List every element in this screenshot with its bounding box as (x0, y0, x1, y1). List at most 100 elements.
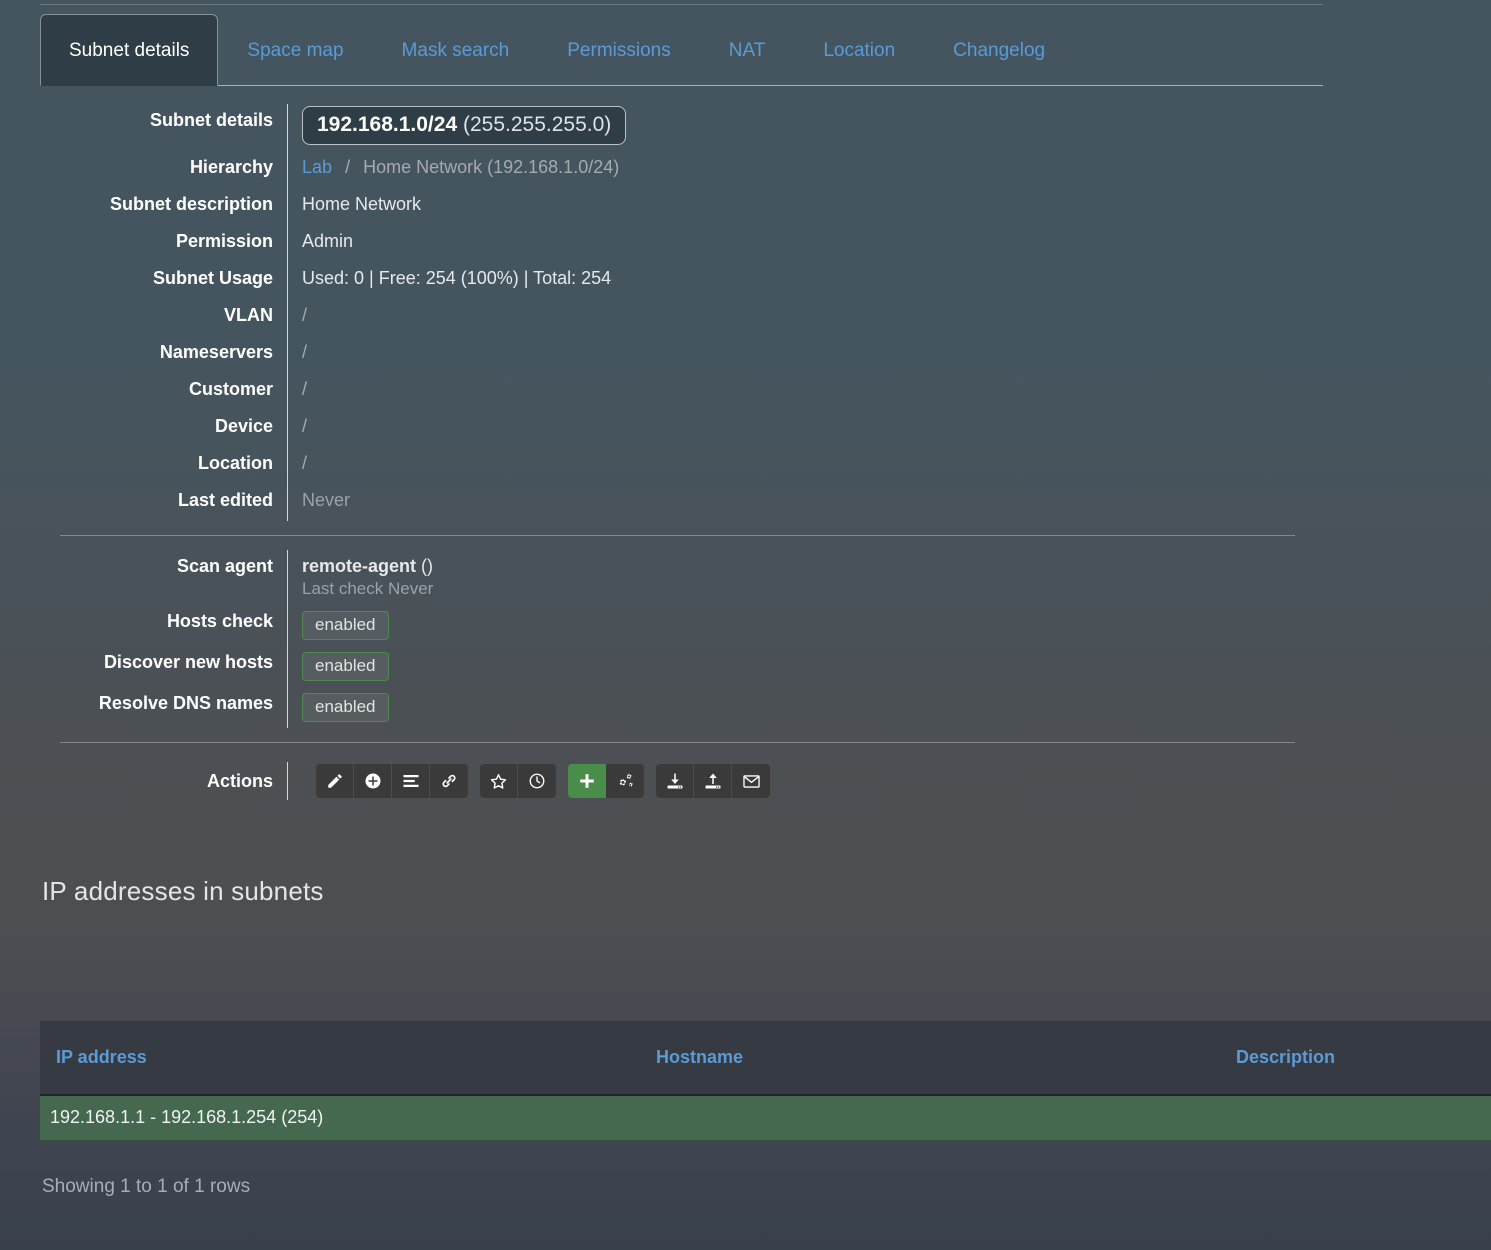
subnet-mask: (255.255.255.0) (462, 113, 612, 136)
row-resolve-dns-names: Resolve DNS names enabled (0, 687, 1330, 728)
subnet-cidr: 192.168.1.0/24 (317, 113, 458, 136)
column-header-description[interactable]: Description (1220, 1021, 1491, 1096)
table-row[interactable]: 192.168.1.1 - 192.168.1.254 (254) (40, 1095, 1491, 1141)
action-group-create (568, 764, 644, 798)
tab-space-map[interactable]: Space map (218, 14, 372, 86)
value-last-edited: Never (287, 484, 1330, 521)
action-group-bookmark (480, 764, 556, 798)
row-subnet-details: Subnet details 192.168.1.0/24 (255.255.2… (0, 104, 1330, 151)
cell-ip-address: 192.168.1.1 - 192.168.1.254 (254) (40, 1095, 640, 1141)
ip-table-head: IP address Hostname Description (40, 1021, 1491, 1096)
value-hosts-check: enabled (287, 605, 1330, 646)
row-customer: Customer / (0, 373, 1330, 410)
subnet-details-panel: Subnet details 192.168.1.0/24 (255.255.2… (0, 104, 1330, 805)
hierarchy-separator: / (345, 157, 351, 177)
label-resolve-dns-names: Resolve DNS names (98, 693, 273, 713)
edit-subnet-button[interactable] (316, 764, 354, 798)
value-location: / (287, 447, 1330, 484)
row-last-edited: Last edited Never (0, 484, 1330, 521)
value-hierarchy: Lab / Home Network (192.168.1.0/24) (287, 151, 1330, 188)
value-discover-new-hosts: enabled (287, 646, 1330, 687)
row-hierarchy: Hierarchy Lab / Home Network (192.168.1.… (0, 151, 1330, 188)
row-location: Location / (0, 447, 1330, 484)
row-hosts-check: Hosts check enabled (0, 605, 1330, 646)
label-subnet-description: Subnet description (109, 194, 273, 214)
label-subnet-usage: Subnet Usage (152, 268, 273, 288)
label-location: Location (198, 453, 273, 473)
value-subnet-description: Home Network (287, 188, 1330, 225)
row-discover-new-hosts: Discover new hosts enabled (0, 646, 1330, 687)
tab-subnet-details[interactable]: Subnet details (40, 14, 219, 86)
list-icon (402, 772, 420, 790)
tab-location[interactable]: Location (794, 14, 924, 86)
row-permission: Permission Admin (0, 225, 1330, 262)
label-hosts-check: Hosts check (166, 611, 273, 631)
row-subnet-usage: Subnet Usage Used: 0 | Free: 254 (100%) … (0, 262, 1330, 299)
label-subnet-details: Subnet details (149, 110, 273, 130)
badge-resolve-dns-names: enabled (302, 693, 389, 722)
row-actions: Actions (0, 757, 1330, 805)
row-scan-agent: Scan agent remote-agent () Last check Ne… (0, 550, 1330, 605)
pencil-icon (326, 772, 344, 790)
badge-hosts-check: enabled (302, 611, 389, 640)
label-hierarchy: Hierarchy (189, 157, 273, 177)
value-device: / (287, 410, 1330, 447)
ip-table-header-row: IP address Hostname Description (40, 1021, 1491, 1096)
top-rule (40, 4, 1323, 5)
download-icon (666, 772, 684, 790)
envelope-icon (742, 772, 761, 791)
label-permission: Permission (175, 231, 273, 251)
subnet-cidr-box: 192.168.1.0/24 (255.255.255.0) (302, 106, 627, 145)
tab-list: Subnet details Space map Mask search Per… (40, 13, 1074, 86)
email-button[interactable] (732, 764, 770, 798)
value-subnet-usage: Used: 0 | Free: 254 (100%) | Total: 254 (287, 262, 1330, 299)
value-actions (287, 762, 1330, 800)
split-subnet-button[interactable] (392, 764, 430, 798)
cell-description (1220, 1095, 1491, 1141)
label-last-edited: Last edited (177, 490, 273, 510)
action-toolbar (302, 764, 1330, 798)
add-ip-address-button[interactable] (568, 764, 606, 798)
plus-icon (578, 772, 596, 790)
tab-underline (40, 85, 1323, 86)
value-nameservers: / (287, 336, 1330, 373)
cell-hostname (640, 1095, 1220, 1141)
scan-agent-suffix: () (421, 556, 434, 576)
tab-changelog[interactable]: Changelog (924, 14, 1074, 86)
hierarchy-current: Home Network (192.168.1.0/24) (363, 157, 620, 177)
tab-mask-search[interactable]: Mask search (373, 14, 539, 86)
tab-bar: Subnet details Space map Mask search Per… (0, 0, 1491, 86)
column-header-ip-address[interactable]: IP address (40, 1021, 640, 1096)
scan-settings-button[interactable] (606, 764, 644, 798)
star-icon (489, 772, 508, 791)
add-subnet-button[interactable] (354, 764, 392, 798)
favourite-button[interactable] (480, 764, 518, 798)
tab-permissions[interactable]: Permissions (538, 14, 699, 86)
hierarchy-root-link[interactable]: Lab (302, 157, 332, 177)
label-customer: Customer (188, 379, 273, 399)
row-vlan: VLAN / (0, 299, 1330, 336)
import-button[interactable] (656, 764, 694, 798)
tab-nat[interactable]: NAT (700, 14, 795, 86)
link-subnet-button[interactable] (430, 764, 468, 798)
value-permission: Admin (287, 225, 1330, 262)
value-customer: / (287, 373, 1330, 410)
value-scan-agent: remote-agent () Last check Never (287, 550, 1330, 605)
ip-addresses-table: IP address Hostname Description 192.168.… (40, 1021, 1491, 1141)
divider-actions (60, 742, 1295, 743)
row-device: Device / (0, 410, 1330, 447)
export-button[interactable] (694, 764, 732, 798)
label-actions: Actions (206, 770, 273, 791)
row-subnet-description: Subnet description Home Network (0, 188, 1330, 225)
divider-scan (60, 535, 1295, 536)
upload-icon (704, 772, 722, 790)
column-header-hostname[interactable]: Hostname (640, 1021, 1220, 1096)
value-resolve-dns-names: enabled (287, 687, 1330, 728)
row-nameservers: Nameservers / (0, 336, 1330, 373)
label-discover-new-hosts: Discover new hosts (103, 652, 273, 672)
ip-table-body: 192.168.1.1 - 192.168.1.254 (254) (40, 1095, 1491, 1141)
action-group-transfer (656, 764, 770, 798)
history-button[interactable] (518, 764, 556, 798)
label-scan-agent: Scan agent (176, 556, 273, 576)
value-subnet-details: 192.168.1.0/24 (255.255.255.0) (287, 104, 1330, 151)
